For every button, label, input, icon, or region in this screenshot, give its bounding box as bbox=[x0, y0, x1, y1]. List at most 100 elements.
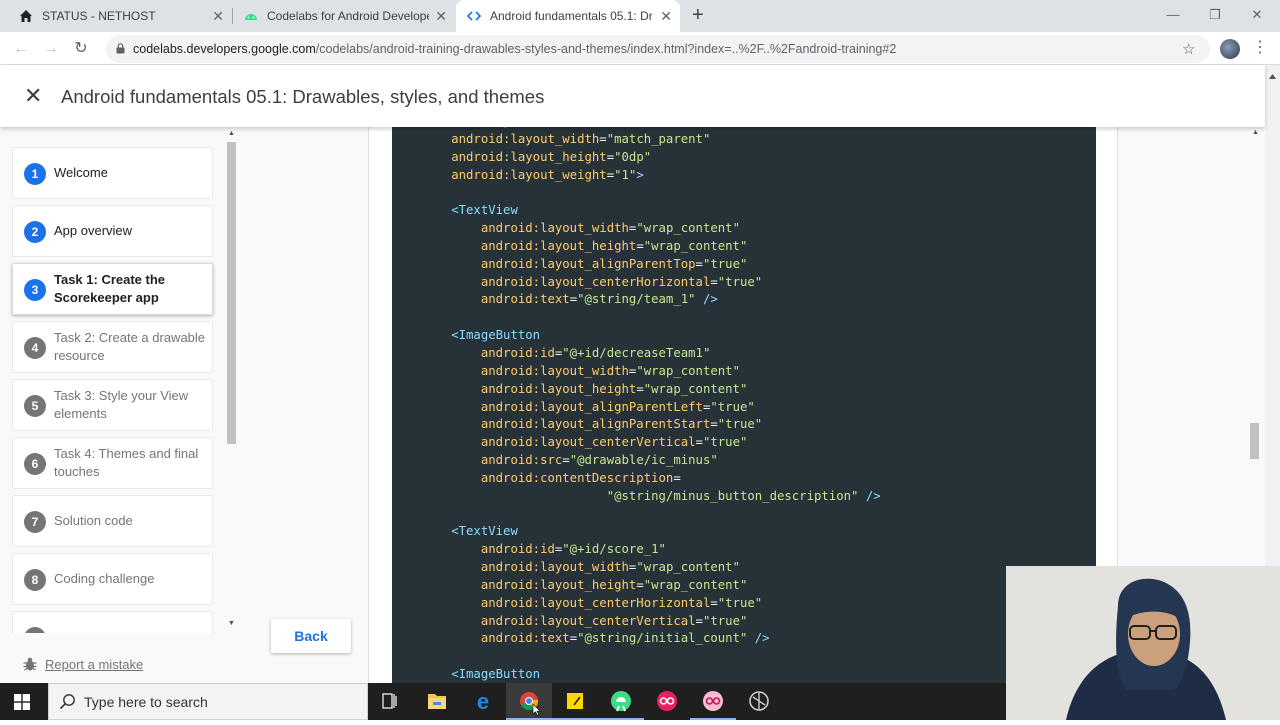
code-line: android:layout_centerHorizontal="true" bbox=[392, 274, 881, 292]
svg-text:e: e bbox=[477, 689, 489, 714]
step-task-2[interactable]: 4 Task 2: Create a drawable resource bbox=[12, 321, 213, 373]
app-red-icon[interactable] bbox=[644, 683, 690, 720]
content-scrollbar[interactable]: ▲ bbox=[1248, 127, 1263, 567]
home-icon bbox=[20, 10, 32, 22]
code-token: /> bbox=[695, 292, 718, 307]
task-view-icon[interactable] bbox=[367, 683, 413, 720]
tab-codelabs-android[interactable]: Codelabs for Android Developer ✕ bbox=[233, 0, 455, 32]
code-token: <TextView bbox=[392, 203, 518, 218]
code-line: android:layout_alignParentTop="true" bbox=[392, 256, 881, 274]
tab-status-nethost[interactable]: STATUS - NETHOST ✕ bbox=[8, 0, 232, 32]
step-label: Coding challenge bbox=[54, 570, 155, 586]
back-button[interactable]: Back bbox=[271, 619, 351, 653]
step-label: Task 2: Create a drawable resource bbox=[54, 329, 206, 364]
edge-icon[interactable]: e bbox=[460, 683, 506, 720]
search-placeholder: Type here to search bbox=[84, 694, 208, 710]
restore-icon[interactable]: ❐ bbox=[1192, 4, 1238, 28]
close-window-icon[interactable]: ✕ bbox=[1234, 4, 1280, 28]
code-token: "@string/team_1" bbox=[577, 292, 696, 307]
forward-arrow-icon[interactable]: → bbox=[39, 38, 63, 60]
code-token: android:src bbox=[392, 453, 563, 468]
code-token: "true" bbox=[710, 399, 755, 414]
step-task-1[interactable]: 3 Task 1: Create the Scorekeeper app bbox=[12, 263, 213, 315]
code-token: "@string/initial_count" bbox=[577, 631, 748, 646]
code-token: = bbox=[606, 149, 615, 164]
code-token: "true" bbox=[717, 274, 763, 289]
step-task-4[interactable]: 6 Task 4: Themes and final touches bbox=[12, 437, 213, 489]
tab-title: Android fundamentals 05.1: Draw bbox=[490, 9, 652, 23]
back-arrow-icon[interactable]: ← bbox=[9, 38, 33, 60]
minimize-icon[interactable]: — bbox=[1150, 4, 1196, 28]
step-number: 8 bbox=[24, 569, 46, 591]
file-explorer-icon[interactable] bbox=[414, 683, 460, 720]
code-token: android:layout_centerHorizontal bbox=[392, 595, 711, 610]
code-token: = bbox=[569, 631, 578, 646]
app-pink-icon[interactable] bbox=[690, 683, 736, 720]
code-line: <ImageButton bbox=[392, 327, 881, 345]
code-line: android:text="@string/initial_count" /> bbox=[392, 630, 881, 648]
tab-title: STATUS - NETHOST bbox=[42, 9, 156, 23]
bookmark-star-icon[interactable]: ☆ bbox=[1182, 40, 1195, 58]
windows-taskbar: Type here to search e bbox=[0, 683, 1006, 720]
code-line: android:layout_alignParentLeft="true" bbox=[392, 399, 881, 417]
code-token: android:layout_height bbox=[392, 238, 637, 253]
code-line: android:layout_height="wrap_content" bbox=[392, 238, 881, 256]
step-app-overview[interactable]: 2 App overview bbox=[12, 205, 213, 257]
code-token: = bbox=[636, 577, 644, 592]
code-line: android:layout_width="wrap_content" bbox=[392, 363, 881, 381]
code-token: = bbox=[710, 274, 718, 289]
address-bar[interactable]: codelabs.developers.google.com/codelabs/… bbox=[106, 35, 1210, 63]
code-token: "wrap_content" bbox=[643, 577, 748, 592]
content-scroll-thumb[interactable] bbox=[1250, 423, 1259, 459]
step-number: 1 bbox=[24, 163, 46, 185]
steps-scrollbar[interactable]: ▲ ▼ bbox=[226, 130, 237, 630]
steps-scroll-thumb[interactable] bbox=[227, 142, 236, 444]
code-token: android:layout_weight bbox=[392, 167, 607, 182]
more-menu-icon[interactable]: ⋮ bbox=[1252, 38, 1268, 58]
code-token: <ImageButton bbox=[392, 667, 541, 682]
step-number: 3 bbox=[24, 279, 46, 301]
code-token: "true" bbox=[717, 417, 763, 432]
code-line: android:layout_height="wrap_content" bbox=[392, 577, 881, 595]
scroll-up-arrow-icon[interactable]: ▲ bbox=[227, 130, 236, 137]
chrome-icon[interactable] bbox=[506, 683, 552, 720]
step-next-partial[interactable] bbox=[12, 611, 213, 633]
report-mistake[interactable]: Report a mistake bbox=[22, 654, 143, 674]
step-task-3[interactable]: 5 Task 3: Style your View elements bbox=[12, 379, 213, 431]
taskbar-search-box[interactable]: Type here to search bbox=[48, 683, 368, 720]
windows-start-icon[interactable] bbox=[14, 694, 30, 710]
scroll-up-arrow-icon[interactable]: ▲ bbox=[1251, 129, 1260, 136]
scroll-up-arrow-icon[interactable] bbox=[1268, 71, 1277, 83]
android-studio-icon[interactable] bbox=[598, 683, 644, 720]
code-token: = bbox=[569, 292, 578, 307]
close-tab-icon[interactable]: ✕ bbox=[660, 8, 672, 24]
reload-icon[interactable]: ↻ bbox=[69, 38, 93, 60]
profile-avatar[interactable] bbox=[1220, 39, 1240, 59]
code-line: android:layout_alignParentStart="true" bbox=[392, 416, 881, 434]
sticky-notes-icon[interactable] bbox=[552, 683, 598, 720]
code-token: "wrap_content" bbox=[636, 560, 740, 575]
code-token: android:layout_width bbox=[392, 363, 629, 378]
code-token: = bbox=[562, 453, 570, 468]
code-line: android:layout_width="wrap_content" bbox=[392, 559, 881, 577]
code-token: android:layout_centerHorizontal bbox=[392, 274, 711, 289]
close-tab-icon[interactable]: ✕ bbox=[435, 8, 447, 24]
tab-android-fundamentals[interactable]: Android fundamentals 05.1: Draw ✕ bbox=[456, 0, 680, 32]
code-token: = bbox=[606, 167, 615, 182]
app-gray-icon[interactable] bbox=[736, 683, 782, 720]
step-number: 5 bbox=[24, 395, 46, 417]
close-icon[interactable]: ✕ bbox=[24, 85, 42, 107]
step-welcome[interactable]: 1 Welcome bbox=[12, 147, 213, 199]
new-tab-button[interactable]: + bbox=[692, 5, 710, 25]
code-line: android:layout_width="match_parent" bbox=[392, 131, 881, 149]
step-coding-challenge[interactable]: 8 Coding challenge bbox=[12, 553, 213, 605]
report-mistake-link[interactable]: Report a mistake bbox=[45, 657, 143, 672]
code-token: android:layout_alignParentStart bbox=[392, 417, 711, 432]
close-tab-icon[interactable]: ✕ bbox=[212, 8, 224, 24]
scroll-down-arrow-icon[interactable]: ▼ bbox=[227, 620, 236, 627]
step-solution-code[interactable]: 7 Solution code bbox=[12, 495, 213, 547]
code-line: android:layout_centerVertical="true" bbox=[392, 613, 881, 631]
code-token: = bbox=[710, 595, 718, 610]
code-token: > bbox=[636, 167, 644, 182]
